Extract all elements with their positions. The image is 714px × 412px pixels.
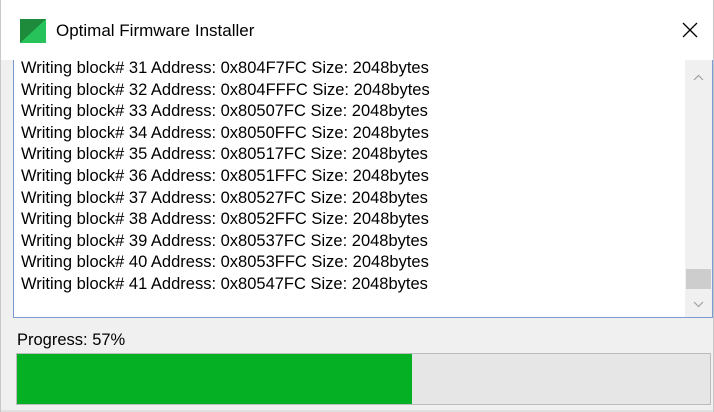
log-line: Writing block# 38 Address: 0x8052FFC Siz… [21, 210, 429, 229]
window-title: Optimal Firmware Installer [56, 21, 255, 40]
log-line: Writing block# 41 Address: 0x80547FC Siz… [21, 274, 428, 293]
title-bar[interactable]: Optimal Firmware Installer [1, 0, 713, 60]
log-line: Writing block# 32 Address: 0x804FFFC Siz… [21, 80, 430, 99]
log-line: Writing block# 35 Address: 0x80517FC Siz… [21, 145, 428, 164]
log-line: Writing block# 39 Address: 0x80537FC Siz… [21, 231, 428, 250]
log-line: Writing block# 33 Address: 0x80507FC Siz… [21, 102, 428, 121]
scroll-down-button[interactable] [685, 291, 712, 317]
log-lines: Writing block# 31 Address: 0x804F7FC Siz… [21, 60, 686, 296]
log-line: Writing block# 34 Address: 0x8050FFC Siz… [21, 123, 429, 142]
log-line: Writing block# 31 Address: 0x804F7FC Siz… [21, 60, 429, 77]
close-icon [682, 22, 698, 38]
scrollbar-thumb[interactable] [686, 269, 711, 289]
progress-bar [16, 353, 711, 405]
vertical-scrollbar[interactable] [685, 60, 712, 317]
log-line: Writing block# 37 Address: 0x80527FC Siz… [21, 188, 428, 207]
installer-window: Optimal Firmware Installer Writing block… [0, 0, 714, 412]
chevron-up-icon [693, 74, 704, 80]
log-line: Writing block# 40 Address: 0x8053FFC Siz… [21, 253, 429, 272]
scroll-up-button[interactable] [685, 64, 712, 90]
log-line: Writing block# 36 Address: 0x8051FFC Siz… [21, 166, 429, 185]
close-button[interactable] [667, 0, 713, 60]
progress-label: Progress: 57% [17, 331, 126, 349]
app-green-flag-icon [20, 19, 46, 43]
progress-bar-fill [17, 354, 412, 404]
log-output-box[interactable]: Writing block# 31 Address: 0x804F7FC Siz… [13, 60, 713, 318]
chevron-down-icon [693, 301, 704, 307]
